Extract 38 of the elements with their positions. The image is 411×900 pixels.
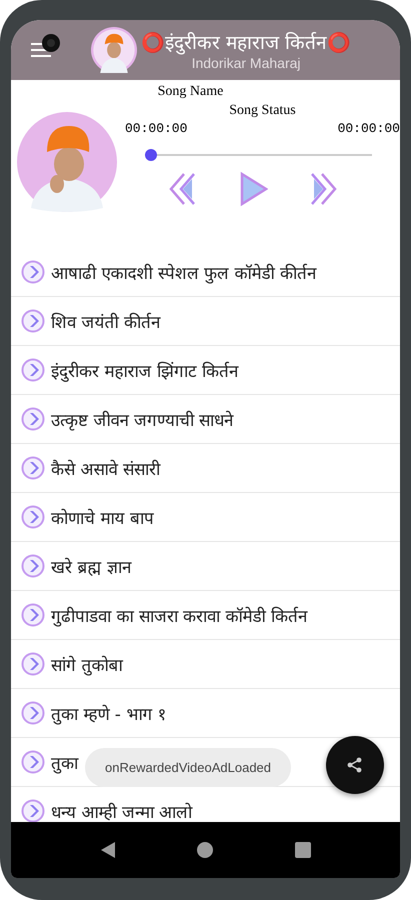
app-title: ⭕इंदुरीकर महाराज किर्तन⭕ [141, 31, 352, 55]
back-icon[interactable] [100, 842, 114, 858]
chevron-icon [21, 260, 45, 284]
previous-button[interactable] [168, 171, 198, 207]
recents-icon[interactable] [294, 842, 310, 858]
chevron-icon [21, 750, 45, 774]
home-icon[interactable] [196, 842, 212, 858]
song-name: Song Name [158, 84, 224, 100]
song-status: Song Status [229, 103, 296, 119]
chevron-icon [21, 358, 45, 382]
song-item[interactable]: कैसे असावे संसारी [11, 444, 400, 493]
total-time: 00:00:00 [338, 121, 400, 136]
chevron-icon [21, 456, 45, 480]
chevron-icon [21, 799, 45, 822]
chevron-icon [21, 603, 45, 627]
chevron-icon [21, 554, 45, 578]
chevron-icon [21, 652, 45, 676]
song-item[interactable]: गुढीपाडवा का साजरा करावा कॉमेडी किर्तन [11, 591, 400, 640]
chevron-icon [21, 309, 45, 333]
song-item[interactable]: उत्कृष्ट जीवन जगण्याची साधने [11, 395, 400, 444]
share-button[interactable] [326, 736, 384, 794]
ad-toast: onRewardedVideoAdLoaded [85, 748, 292, 787]
song-item[interactable]: तुका म्हणे - भाग १ [11, 689, 400, 738]
camera-icon [42, 34, 60, 52]
elapsed-time: 00:00:00 [125, 121, 188, 136]
song-item[interactable]: खरे ब्रह्म ज्ञान [11, 542, 400, 591]
chevron-icon [21, 407, 45, 431]
app-subtitle: Indorikar Maharaj [192, 55, 301, 71]
share-icon [346, 756, 364, 774]
song-item[interactable]: शिव जयंती कीर्तन [11, 297, 400, 346]
slider-thumb[interactable] [145, 149, 157, 161]
song-item[interactable]: सांगे तुकोबा [11, 640, 400, 689]
song-item[interactable]: इंदुरीकर महाराज झिंगाट किर्तन [11, 346, 400, 395]
chevron-icon [21, 701, 45, 725]
song-item[interactable]: कोणाचे माय बाप [11, 493, 400, 542]
play-button[interactable] [238, 171, 268, 207]
chevron-icon [21, 505, 45, 529]
song-item[interactable]: आषाढी एकादशी स्पेशल फुल कॉमेडी कीर्तन [11, 248, 400, 297]
